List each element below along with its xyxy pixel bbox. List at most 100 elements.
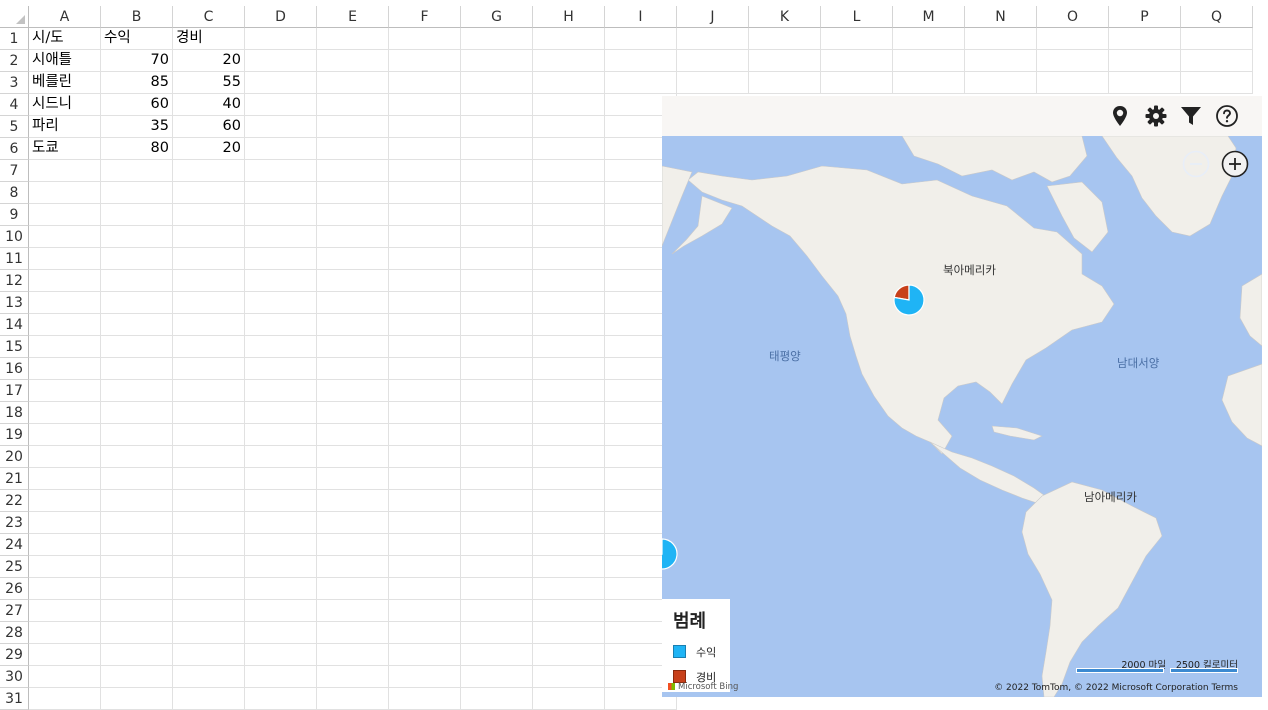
cell-F23[interactable] xyxy=(389,512,461,534)
cell-H21[interactable] xyxy=(533,468,605,490)
cell-B28[interactable] xyxy=(101,622,173,644)
cell-K2[interactable] xyxy=(749,50,821,72)
cell-E15[interactable] xyxy=(317,336,389,358)
cell-B26[interactable] xyxy=(101,578,173,600)
cell-F24[interactable] xyxy=(389,534,461,556)
cell-H29[interactable] xyxy=(533,644,605,666)
cell-G25[interactable] xyxy=(461,556,533,578)
cell-E21[interactable] xyxy=(317,468,389,490)
map-chart[interactable]: 북아메리카 남아메리카 태평양 남대서양 범례 수익 경비 2000 마일 25… xyxy=(662,96,1262,697)
cell-O2[interactable] xyxy=(1037,50,1109,72)
cell-H27[interactable] xyxy=(533,600,605,622)
row-header[interactable]: 18 xyxy=(0,402,29,424)
cell-E18[interactable] xyxy=(317,402,389,424)
cell-P3[interactable] xyxy=(1109,72,1181,94)
cell-J2[interactable] xyxy=(677,50,749,72)
cell-B31[interactable] xyxy=(101,688,173,710)
cell-F5[interactable] xyxy=(389,116,461,138)
cell-G22[interactable] xyxy=(461,490,533,512)
cell-F30[interactable] xyxy=(389,666,461,688)
cell-F12[interactable] xyxy=(389,270,461,292)
cell-C4[interactable]: 40 xyxy=(173,94,245,116)
cell-I3[interactable] xyxy=(605,72,677,94)
zoom-out-button[interactable] xyxy=(1182,150,1210,178)
cell-N1[interactable] xyxy=(965,28,1037,50)
cell-G5[interactable] xyxy=(461,116,533,138)
cell-P2[interactable] xyxy=(1109,50,1181,72)
cell-A3[interactable]: 베를린 xyxy=(29,72,101,94)
cell-F10[interactable] xyxy=(389,226,461,248)
cell-G30[interactable] xyxy=(461,666,533,688)
cell-O1[interactable] xyxy=(1037,28,1109,50)
cell-F17[interactable] xyxy=(389,380,461,402)
row-header[interactable]: 21 xyxy=(0,468,29,490)
cell-B29[interactable] xyxy=(101,644,173,666)
cell-C17[interactable] xyxy=(173,380,245,402)
cell-C19[interactable] xyxy=(173,424,245,446)
cell-M2[interactable] xyxy=(893,50,965,72)
row-header[interactable]: 10 xyxy=(0,226,29,248)
cell-F6[interactable] xyxy=(389,138,461,160)
cell-H6[interactable] xyxy=(533,138,605,160)
row-header[interactable]: 27 xyxy=(0,600,29,622)
filter-icon[interactable] xyxy=(1179,104,1203,128)
cell-H9[interactable] xyxy=(533,204,605,226)
cell-D7[interactable] xyxy=(245,160,317,182)
cell-C21[interactable] xyxy=(173,468,245,490)
cell-F13[interactable] xyxy=(389,292,461,314)
cell-C20[interactable] xyxy=(173,446,245,468)
cell-G21[interactable] xyxy=(461,468,533,490)
cell-M1[interactable] xyxy=(893,28,965,50)
cell-F1[interactable] xyxy=(389,28,461,50)
cell-D27[interactable] xyxy=(245,600,317,622)
cell-G23[interactable] xyxy=(461,512,533,534)
cell-N2[interactable] xyxy=(965,50,1037,72)
cell-C6[interactable]: 20 xyxy=(173,138,245,160)
cell-E10[interactable] xyxy=(317,226,389,248)
cell-F20[interactable] xyxy=(389,446,461,468)
cell-A24[interactable] xyxy=(29,534,101,556)
cell-L1[interactable] xyxy=(821,28,893,50)
cell-E8[interactable] xyxy=(317,182,389,204)
cell-A12[interactable] xyxy=(29,270,101,292)
cell-B17[interactable] xyxy=(101,380,173,402)
cell-H13[interactable] xyxy=(533,292,605,314)
cell-C23[interactable] xyxy=(173,512,245,534)
cell-D22[interactable] xyxy=(245,490,317,512)
cell-A14[interactable] xyxy=(29,314,101,336)
cell-C22[interactable] xyxy=(173,490,245,512)
cell-A16[interactable] xyxy=(29,358,101,380)
cell-E22[interactable] xyxy=(317,490,389,512)
cell-B30[interactable] xyxy=(101,666,173,688)
pin-icon[interactable] xyxy=(1108,104,1132,128)
cell-G10[interactable] xyxy=(461,226,533,248)
cell-H26[interactable] xyxy=(533,578,605,600)
cell-D13[interactable] xyxy=(245,292,317,314)
column-header[interactable]: K xyxy=(749,6,821,28)
cell-A18[interactable] xyxy=(29,402,101,424)
cell-C10[interactable] xyxy=(173,226,245,248)
cell-G28[interactable] xyxy=(461,622,533,644)
cell-C12[interactable] xyxy=(173,270,245,292)
column-header[interactable]: C xyxy=(173,6,245,28)
cell-E9[interactable] xyxy=(317,204,389,226)
column-header[interactable]: Q xyxy=(1181,6,1253,28)
cell-A21[interactable] xyxy=(29,468,101,490)
cell-G14[interactable] xyxy=(461,314,533,336)
cell-A13[interactable] xyxy=(29,292,101,314)
cell-L2[interactable] xyxy=(821,50,893,72)
cell-C16[interactable] xyxy=(173,358,245,380)
cell-H22[interactable] xyxy=(533,490,605,512)
cell-G6[interactable] xyxy=(461,138,533,160)
row-header[interactable]: 8 xyxy=(0,182,29,204)
cell-E14[interactable] xyxy=(317,314,389,336)
column-header[interactable]: L xyxy=(821,6,893,28)
cell-B2[interactable]: 70 xyxy=(101,50,173,72)
cell-G17[interactable] xyxy=(461,380,533,402)
cell-A10[interactable] xyxy=(29,226,101,248)
cell-H14[interactable] xyxy=(533,314,605,336)
cell-C8[interactable] xyxy=(173,182,245,204)
cell-E30[interactable] xyxy=(317,666,389,688)
row-header[interactable]: 17 xyxy=(0,380,29,402)
cell-E4[interactable] xyxy=(317,94,389,116)
